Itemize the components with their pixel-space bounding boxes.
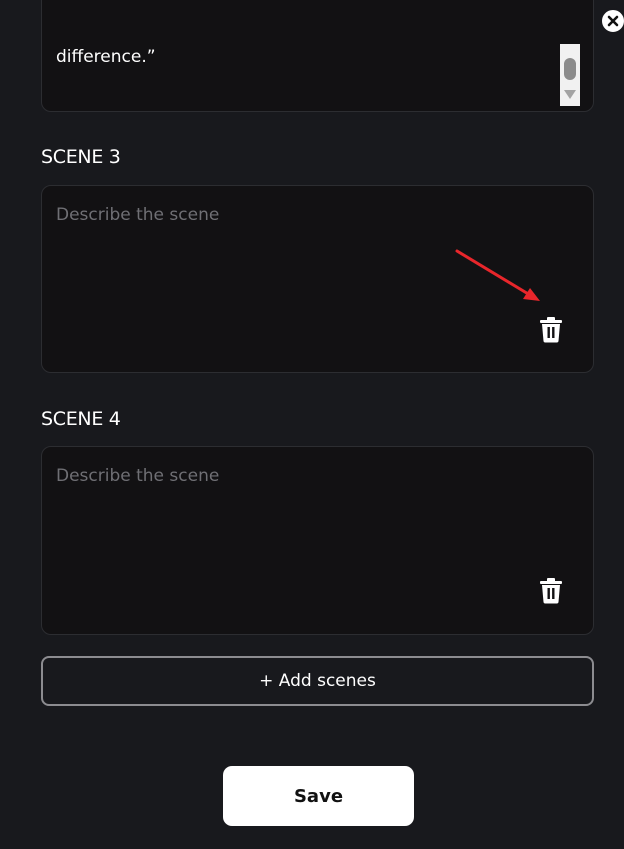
- scene-3-label: SCENE 3: [41, 146, 121, 168]
- scrollbar-thumb[interactable]: [564, 58, 576, 80]
- scene-3-textarea[interactable]: Describe the scene: [41, 185, 594, 373]
- previous-scene-text: difference.”: [56, 47, 156, 67]
- add-scenes-button[interactable]: + Add scenes: [41, 656, 594, 706]
- close-icon: [607, 15, 619, 27]
- trash-icon: [540, 317, 562, 343]
- previous-scene-textarea[interactable]: difference.”: [41, 0, 594, 112]
- scroll-down-arrow-icon[interactable]: [564, 90, 576, 99]
- trash-icon: [540, 578, 562, 604]
- scene-3-placeholder: Describe the scene: [56, 205, 220, 225]
- scene-3-delete-button[interactable]: [540, 317, 562, 343]
- scene-4-placeholder: Describe the scene: [56, 466, 220, 486]
- scene-4-textarea[interactable]: Describe the scene: [41, 446, 594, 635]
- scene-4-label: SCENE 4: [41, 408, 121, 430]
- scene-editor: difference.” SCENE 3 Describe the scene …: [0, 0, 624, 849]
- textarea-scrollbar[interactable]: [560, 44, 580, 106]
- close-button[interactable]: [600, 8, 624, 34]
- save-button[interactable]: Save: [223, 766, 414, 826]
- scene-4-delete-button[interactable]: [540, 578, 562, 604]
